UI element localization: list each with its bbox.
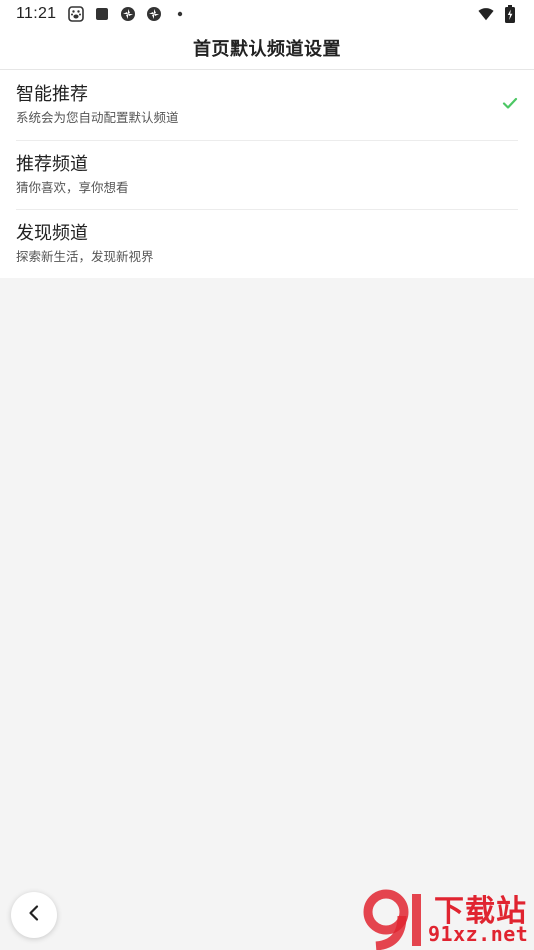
nav-header: 首页默认频道设置: [0, 27, 534, 70]
channel-option-subtitle: 猜你喜欢，享你想看: [16, 179, 129, 195]
watermark-url: 91xz.net: [428, 922, 529, 946]
battery-charging-icon: [502, 4, 518, 23]
channel-option-smart[interactable]: 智能推荐 系统会为您自动配置默认频道: [0, 70, 534, 140]
channel-option-subtitle: 探索新生活，发现新视界: [16, 249, 154, 264]
channel-option-discover[interactable]: 发现频道 探索新生活，发现新视界: [0, 209, 534, 279]
channel-option-title: 发现频道: [16, 223, 88, 244]
square-icon: [94, 6, 110, 22]
page-title: 首页默认频道设置: [193, 39, 341, 60]
dot-icon: [172, 6, 188, 22]
baidu-paw-icon: [68, 5, 85, 22]
channel-option-title: 智能推荐: [16, 84, 88, 105]
chevron-left-icon: [25, 904, 43, 926]
channel-option-list: 智能推荐 系统会为您自动配置默认频道 推荐频道 猜你喜欢，享你想看 发现频道 探…: [0, 70, 534, 278]
status-system-icons: [478, 4, 518, 23]
status-bar: 11:21: [0, 0, 534, 27]
watermark-logo: 下载站 91xz.net: [362, 886, 534, 950]
channel-option-recommend[interactable]: 推荐频道 猜你喜欢，享你想看: [0, 139, 534, 210]
channel-option-title: 推荐频道: [16, 153, 88, 175]
aperture-icon: [146, 6, 162, 22]
status-time: 11:21: [16, 4, 57, 22]
back-button[interactable]: [11, 892, 57, 938]
status-notification-icons: [68, 5, 188, 22]
aperture-icon: [120, 6, 136, 22]
channel-option-subtitle: 系统会为您自动配置默认频道: [16, 110, 179, 125]
check-icon: [502, 95, 518, 111]
wifi-icon: [478, 6, 494, 22]
watermark-91-icon: [363, 889, 421, 950]
